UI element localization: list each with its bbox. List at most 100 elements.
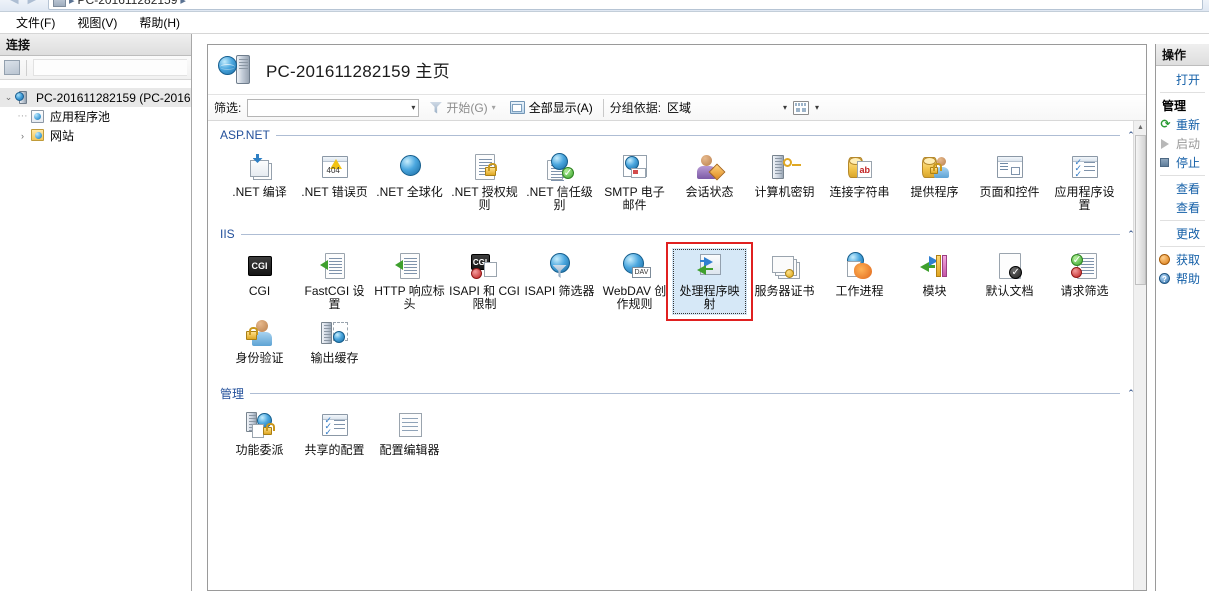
feature-server-certificates[interactable]: 服务器证书 xyxy=(747,248,822,315)
action-restart[interactable]: ⟳ 重新 xyxy=(1156,115,1209,134)
feature-connection-strings[interactable]: ab 连接字符串 xyxy=(822,149,897,216)
feature-label: 配置编辑器 xyxy=(379,443,440,457)
worker-processes-icon xyxy=(844,251,876,282)
feature-label: .NET 授权规则 xyxy=(451,185,518,212)
forward-icon[interactable]: ► xyxy=(24,0,40,8)
show-all-button[interactable]: 全部显示(A) xyxy=(506,98,597,118)
menu-file[interactable]: 文件(F) xyxy=(6,12,65,33)
feature-worker-processes[interactable]: 工作进程 xyxy=(822,248,897,315)
default-document-icon: ✓ xyxy=(994,251,1026,282)
feature-handler-mappings[interactable]: 处理程序映射 xyxy=(672,248,747,315)
group-by-select[interactable]: 区域 ▾ xyxy=(667,99,787,116)
connect-server-icon[interactable] xyxy=(4,60,20,75)
tree-node-application-pools[interactable]: ⋯ 应用程序池 xyxy=(0,107,191,126)
chevron-down-icon-view[interactable]: ▾ xyxy=(815,103,819,112)
breadcrumb-text: PC-201611282159 xyxy=(77,0,178,7)
action-view-1[interactable]: 查看 xyxy=(1156,179,1209,198)
action-label: 查看 xyxy=(1176,182,1201,196)
menu-view[interactable]: 视图(V) xyxy=(67,12,127,33)
action-change[interactable]: 更改 xyxy=(1156,224,1209,243)
server-home-icon xyxy=(218,53,254,87)
request-filtering-icon xyxy=(1069,251,1101,282)
feature-smtp-email[interactable]: SMTP 电子邮件 xyxy=(597,149,672,216)
scroll-thumb[interactable] xyxy=(1135,135,1146,285)
feature-authentication[interactable]: 身份验证 xyxy=(222,315,297,375)
feature-default-document[interactable]: ✓ 默认文档 xyxy=(972,248,1047,315)
feature-label: 输出缓存 xyxy=(310,351,359,365)
action-help[interactable]: ? 帮助 xyxy=(1156,269,1209,288)
feature-session-state[interactable]: 会话状态 xyxy=(672,149,747,216)
content-header: PC-201611282159 主页 xyxy=(208,45,1146,95)
feature-label: 应用程序设置 xyxy=(1054,185,1115,212)
feature-net-globalization[interactable]: .NET 全球化 xyxy=(372,149,447,216)
chevron-down-icon-group[interactable]: ▾ xyxy=(783,103,787,112)
feature-feature-delegation[interactable]: 功能委派 xyxy=(222,407,297,467)
view-icon xyxy=(1158,182,1173,196)
chevron-down-icon-start[interactable]: ▾ xyxy=(492,103,496,112)
tree-node-sites-label: 网站 xyxy=(50,129,75,143)
feature-net-compilation[interactable]: .NET 编译 xyxy=(222,149,297,216)
expander-icon[interactable]: ⌄ xyxy=(2,92,15,103)
section-header-iis[interactable]: IIS ⌃ xyxy=(208,226,1146,242)
feature-isapi-cgi-restrictions[interactable]: CGI ISAPI 和 CGI 限制 xyxy=(447,248,522,315)
feature-output-caching[interactable]: 输出缓存 xyxy=(297,315,372,375)
content-scrollbar[interactable]: ▲ xyxy=(1133,121,1146,590)
feature-net-authorization-rules[interactable]: .NET 授权规则 xyxy=(447,149,522,216)
feature-modules[interactable]: 模块 xyxy=(897,248,972,315)
menu-help[interactable]: 帮助(H) xyxy=(129,12,190,33)
section-header-aspnet[interactable]: ASP.NET ⌃ xyxy=(208,127,1146,143)
feature-net-trust-levels[interactable]: .NET 信任级别 xyxy=(522,149,597,216)
scroll-up-icon[interactable]: ▲ xyxy=(1134,121,1146,134)
section-iis: IIS ⌃ CGI CGI FastCGI 设置 HTTP 响应标头 CGI I… xyxy=(208,226,1146,379)
feature-providers[interactable]: 提供程序 xyxy=(897,149,972,216)
tree-node-sites[interactable]: › 网站 xyxy=(0,126,191,145)
feature-request-filtering[interactable]: 请求筛选 xyxy=(1047,248,1122,315)
feature-isapi-filters[interactable]: ISAPI 筛选器 xyxy=(522,248,597,315)
authentication-icon xyxy=(244,318,276,349)
show-all-label: 全部显示(A) xyxy=(528,101,593,115)
breadcrumb[interactable]: ▸ PC-201611282159 ▸ xyxy=(48,0,1203,10)
cgi-icon: CGI xyxy=(244,251,276,282)
action-view-2[interactable]: 查看 xyxy=(1156,198,1209,217)
feature-shared-configuration[interactable]: ✓ ✓ ✓ 共享的配置 xyxy=(297,407,372,467)
action-get-new[interactable]: 获取 xyxy=(1156,250,1209,269)
section-header-management[interactable]: 管理 ⌃ xyxy=(208,385,1146,401)
action-label: 停止 xyxy=(1176,156,1201,170)
feature-cgi[interactable]: CGI CGI xyxy=(222,248,297,315)
feature-http-response-headers[interactable]: HTTP 响应标头 xyxy=(372,248,447,315)
stop-icon xyxy=(1158,156,1173,170)
feature-label: 服务器证书 xyxy=(754,284,815,298)
feature-label: 会话状态 xyxy=(685,185,734,199)
expander-icon-sites[interactable]: › xyxy=(16,131,29,141)
section-rule xyxy=(240,233,1120,235)
tree-node-server[interactable]: ⌄ PC-201611282159 (PC-2016 xyxy=(0,88,191,107)
feature-machine-key[interactable]: 计算机密钥 xyxy=(747,149,822,216)
action-stop[interactable]: 停止 xyxy=(1156,153,1209,172)
section-management: 管理 ⌃ 功能委派 ✓ ✓ ✓ 共享的配置 配置编辑器 xyxy=(208,385,1146,471)
action-open[interactable]: 打开 xyxy=(1156,70,1209,89)
modules-icon xyxy=(919,251,951,282)
toolbar-divider xyxy=(26,59,27,76)
view-mode-icon[interactable] xyxy=(793,100,810,115)
feature-application-settings[interactable]: ✓ ✓ ✓ 应用程序设置 xyxy=(1047,149,1122,216)
actions-divider xyxy=(1160,246,1205,247)
feature-webdav-authoring-rules[interactable]: DAV WebDAV 创作规则 xyxy=(597,248,672,315)
feature-fastcgi-settings[interactable]: FastCGI 设置 xyxy=(297,248,372,315)
server-crumb-icon xyxy=(53,0,66,7)
shared-configuration-icon: ✓ ✓ ✓ xyxy=(319,410,351,441)
feature-pages-and-controls[interactable]: 页面和控件 xyxy=(972,149,1047,216)
feature-net-error-pages[interactable]: 404 .NET 错误页 xyxy=(297,149,372,216)
back-icon[interactable]: ◄ xyxy=(6,0,22,8)
pages-and-controls-icon xyxy=(994,152,1026,183)
chevron-down-icon[interactable]: ▾ xyxy=(411,103,415,112)
tree-node-server-label: PC-201611282159 (PC-2016 xyxy=(36,90,191,105)
feature-configuration-editor[interactable]: 配置编辑器 xyxy=(372,407,447,467)
actions-divider xyxy=(1160,92,1205,93)
start-filter-button[interactable]: 开始(G) ▾ xyxy=(425,98,499,118)
filter-input[interactable]: ▾ xyxy=(247,98,420,117)
http-response-headers-icon xyxy=(394,251,426,282)
toolbar-spacer xyxy=(33,59,187,76)
feature-label: 工作进程 xyxy=(835,284,884,298)
action-label: 更改 xyxy=(1176,227,1201,241)
feature-label: 共享的配置 xyxy=(304,443,365,457)
